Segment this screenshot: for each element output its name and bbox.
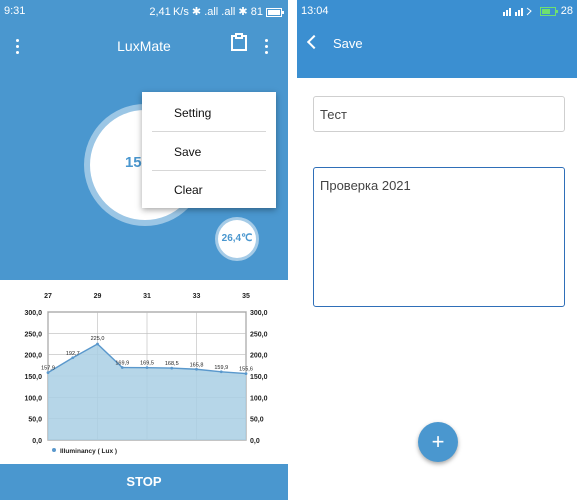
menu-item-save[interactable]: Save	[174, 145, 201, 159]
y-tick-right: 150,0	[250, 374, 268, 381]
y-tick-right: 50,0	[250, 417, 264, 424]
signal-icon	[502, 7, 532, 16]
data-label: 225,0	[91, 336, 105, 342]
x-tick: 31	[143, 293, 151, 300]
x-tick: 29	[94, 293, 102, 300]
title-input[interactable]: Тест	[313, 96, 565, 132]
data-label: 155,6	[239, 367, 253, 373]
more-options-icon[interactable]	[265, 39, 269, 57]
data-point	[145, 366, 149, 370]
menu-item-setting[interactable]: Setting	[174, 106, 211, 120]
temperature-badge: 26,4℃	[218, 220, 256, 258]
legend-marker	[52, 448, 56, 452]
note-textarea[interactable]: Проверка 2021	[313, 167, 565, 307]
menu-divider	[152, 131, 266, 132]
screen-title: Save	[333, 36, 363, 51]
data-point	[96, 342, 99, 346]
note-textarea-value: Проверка 2021	[320, 178, 411, 193]
data-point	[71, 356, 75, 360]
stop-button[interactable]: STOP	[0, 464, 288, 500]
battery-level: 28	[560, 5, 573, 17]
data-label: 168,5	[165, 361, 179, 367]
status-time: 9:31	[4, 5, 26, 17]
data-point	[195, 367, 198, 371]
status-bar: 13:04 28	[297, 0, 577, 24]
battery-icon	[266, 7, 284, 17]
x-tick: 35	[242, 293, 250, 300]
gauge-value: 155	[124, 154, 150, 171]
data-point	[46, 371, 50, 375]
status-time: 13:04	[301, 5, 329, 17]
y-tick-right: 100,0	[250, 395, 268, 402]
y-tick-left: 50,0	[28, 417, 42, 424]
y-tick-right: 300,0	[250, 310, 268, 317]
legend-label: Illuminancy ( Lux )	[60, 448, 117, 455]
y-tick-left: 0,0	[32, 438, 42, 445]
app-bar: LuxMate	[0, 24, 288, 66]
y-tick-right: 200,0	[250, 353, 268, 360]
data-label: 165,8	[190, 362, 204, 368]
menu-divider	[152, 170, 266, 171]
x-tick: 33	[193, 293, 201, 300]
status-text: 2,41 K/s ✱ .all .all ✱ 81	[149, 6, 263, 18]
y-tick-right: 0,0	[250, 438, 260, 445]
data-point	[170, 366, 174, 370]
overflow-menu: Setting Save Clear	[142, 92, 276, 208]
save-screen: 13:04 28 Save Тест Проверка 2021 +	[297, 0, 577, 500]
y-tick-right: 250,0	[250, 331, 268, 338]
data-point	[219, 370, 223, 374]
x-tick: 27	[44, 293, 52, 300]
back-button[interactable]: Save	[306, 34, 363, 51]
add-button[interactable]: +	[418, 422, 458, 462]
title-input-value: Тест	[320, 107, 347, 122]
screen-gap	[288, 0, 297, 500]
status-indicators: 2,41 K/s ✱ .all .all ✱ 81	[149, 5, 284, 18]
data-label: 169,9	[115, 361, 129, 367]
status-bar: 9:31 2,41 K/s ✱ .all .all ✱ 81	[0, 0, 288, 24]
back-arrow-icon	[306, 34, 322, 50]
status-indicators: 28	[502, 5, 573, 17]
data-label: 169,5	[140, 361, 154, 367]
clipboard-icon[interactable]	[231, 33, 247, 51]
y-tick-left: 200,0	[24, 353, 42, 360]
y-tick-left: 250,0	[24, 331, 42, 338]
data-label: 157,9	[41, 366, 55, 372]
illuminance-chart: 300,0 300,0 250,0 250,0 200,0 200,0 150,0 150,0…	[24, 293, 268, 455]
y-tick-left: 100,0	[24, 395, 42, 402]
y-tick-left: 300,0	[24, 310, 42, 317]
menu-item-clear[interactable]: Clear	[174, 183, 203, 197]
luxmate-screen: 9:31 2,41 K/s ✱ .all .all ✱ 81 LuxMate 1…	[0, 0, 288, 500]
battery-icon	[539, 6, 558, 16]
data-point	[244, 372, 248, 376]
data-label: 192,7	[66, 351, 80, 357]
y-tick-left: 150,0	[24, 374, 42, 381]
data-label: 159,9	[214, 365, 228, 371]
data-point	[120, 366, 124, 369]
